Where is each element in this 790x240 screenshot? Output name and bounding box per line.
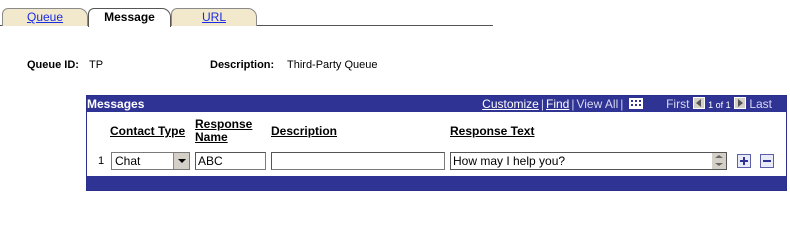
grid-navigation: Customize | Find | View All | First 1 of 1 La… [482,97,772,112]
row-range: 1 of 1 [708,100,731,110]
queue-id-label: Queue ID: [27,59,79,71]
tab-url[interactable]: URL [171,8,257,26]
grid-header-bar: Messages Customize | Find | View All | First … [87,96,786,112]
column-description[interactable]: Description [271,125,337,138]
scroll-up-icon[interactable] [715,155,723,158]
column-response-text[interactable]: Response Text [450,125,534,138]
grid-icon[interactable] [628,98,643,112]
find-link[interactable]: Find [546,97,569,111]
response-text-value: How may I help you? [453,154,566,168]
chevron-down-icon[interactable] [173,153,189,169]
delete-row-button[interactable] [760,154,774,168]
column-response-name[interactable]: Response Name [195,118,252,144]
tab-queue[interactable]: Queue [2,8,88,26]
last-label: Last [749,97,772,111]
plus-icon [740,157,748,165]
queue-id-value: TP [89,59,104,71]
arrow-right-icon[interactable] [733,97,746,112]
tab-bar: Queue Message URL [0,0,493,27]
scroll-down-icon[interactable] [715,163,723,166]
messages-grid: Messages Customize | Find | View All | First … [86,95,787,191]
column-contact-type[interactable]: Contact Type [110,125,185,138]
textarea-scrollbar[interactable] [712,153,726,169]
minus-icon [763,160,771,162]
response-text-input[interactable]: How may I help you? [450,152,727,170]
grid-footer-bar [87,176,786,190]
description-value: Third-Party Queue [287,59,378,71]
contact-type-value: Chat [115,154,141,168]
arrow-left-icon[interactable] [692,97,705,112]
description-input[interactable] [271,152,445,170]
grid-title: Messages [87,97,145,111]
column-response-name-line1: Response [195,117,253,131]
first-label: First [666,97,690,111]
customize-link[interactable]: Customize [482,97,539,111]
view-all-link[interactable]: View All [576,97,618,111]
description-label: Description: [210,59,275,71]
response-name-input[interactable] [195,152,266,170]
column-response-name-line2: Name [195,130,228,144]
row-number: 1 [98,155,105,167]
tab-message[interactable]: Message [88,8,171,27]
contact-type-select[interactable]: Chat [111,152,190,170]
add-row-button[interactable] [737,154,751,168]
